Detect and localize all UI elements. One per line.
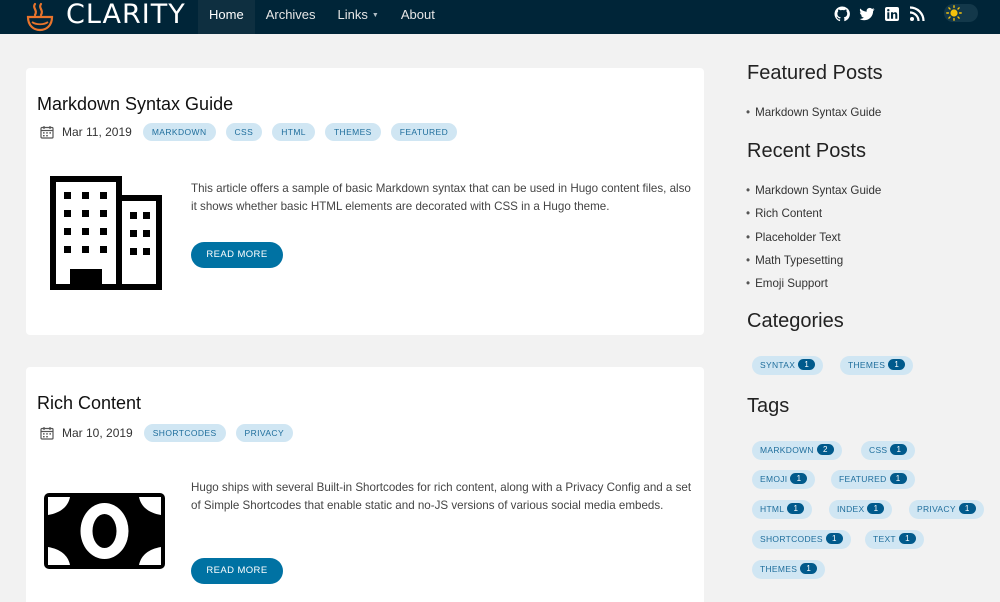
nav-links-dropdown[interactable]: Links ▼ [327,0,390,34]
tag-label: PRIVACY [917,504,956,514]
post-tag[interactable]: CSS [225,123,263,141]
tag-count-badge: 1 [790,473,808,484]
recent-post-link[interactable]: Math Typesetting [746,249,881,272]
twitter-icon[interactable] [859,6,875,22]
tag-label: SHORTCODES [760,534,823,544]
category-count-badge: 1 [888,359,906,370]
tag-chip[interactable]: CSS 1 [861,441,916,460]
logo-icon [26,2,54,32]
nav-archives-label: Archives [265,7,316,22]
post-tag[interactable]: HTML [272,123,315,141]
post-excerpt: This article offers a sample of basic Ma… [191,182,691,213]
banknote-icon [44,493,165,569]
post-card: Markdown Syntax Guide Mar 11, 2019 MARKD… [26,68,704,335]
recent-post-link[interactable]: Rich Content [746,202,881,225]
post-tag[interactable]: THEMES [324,123,381,141]
building-icon [50,176,162,290]
category-label: SYNTAX [760,360,796,370]
tag-chip[interactable]: HTML 1 [752,500,813,519]
read-more-button[interactable]: READ MORE [191,242,283,268]
tag-count-badge: 1 [889,473,907,484]
post-card: Rich Content Mar 10, 2019 SHORTCODES PRI… [26,367,704,602]
calendar-icon [40,427,54,440]
featured-post-link[interactable]: Markdown Syntax Guide [746,101,881,124]
tag-chip[interactable]: INDEX 1 [829,500,893,519]
tag-chip[interactable]: THEMES 1 [752,560,826,579]
tag-label: TEXT [873,534,896,544]
tag-chip[interactable]: EMOJI 1 [752,470,816,489]
post-date: Mar 10, 2019 [62,426,133,440]
recent-post-link[interactable]: Markdown Syntax Guide [746,179,881,202]
post-title-link[interactable]: Markdown Syntax Guide [37,94,233,115]
post-tag[interactable]: MARKDOWN [142,123,216,141]
recent-posts-heading: Recent Posts [747,140,866,162]
post-title-link[interactable]: Rich Content [37,393,141,414]
tag-count-badge: 2 [816,444,834,455]
featured-posts-list: Markdown Syntax Guide [746,101,881,124]
site-title: CLARITY [66,0,186,30]
post-date: Mar 11, 2019 [62,125,132,139]
tag-chip[interactable]: TEXT 1 [865,530,924,549]
recent-post-link[interactable]: Emoji Support [746,272,881,295]
github-icon[interactable] [834,6,850,22]
tags-heading: Tags [747,395,790,417]
nav-about-label: About [400,7,435,22]
site-logo-link[interactable]: CLARITY [24,0,185,34]
tag-label: THEMES [760,564,798,574]
post-tag[interactable]: PRIVACY [235,424,294,442]
post-tag[interactable]: FEATURED [390,123,458,141]
tag-count-badge: 1 [825,533,843,544]
tag-chip[interactable]: SHORTCODES 1 [752,530,851,549]
tag-chip[interactable]: PRIVACY 1 [909,500,984,519]
nav-home-label: Home [209,7,244,22]
post-tag[interactable]: SHORTCODES [143,424,226,442]
tag-label: INDEX [837,504,865,514]
calendar-icon [40,126,54,139]
nav-links-label: Links [337,7,368,22]
chevron-down-icon: ▼ [371,12,379,19]
tag-count-badge: 1 [958,503,976,514]
post-meta: Mar 10, 2019 SHORTCODES PRIVACY [40,423,303,443]
tag-label: HTML [760,504,785,514]
category-label: THEMES [848,360,886,370]
social-links [834,6,925,22]
tag-label: EMOJI [760,474,788,484]
featured-posts-heading: Featured Posts [747,62,883,84]
tag-count-badge: 1 [787,503,805,514]
tag-count-badge: 1 [867,503,885,514]
read-more-button[interactable]: READ MORE [191,558,283,584]
recent-posts-list: Markdown Syntax Guide Rich Content Place… [746,179,881,295]
linkedin-icon[interactable] [884,6,900,22]
tag-chip[interactable]: FEATURED 1 [831,470,915,489]
nav-home[interactable]: Home [198,0,255,34]
categories-heading: Categories [747,310,844,332]
tag-label: CSS [869,445,888,455]
top-navbar: CLARITY Home Archives Links ▼ About [0,0,1000,34]
rss-icon[interactable] [909,6,925,22]
tag-count-badge: 1 [890,444,908,455]
recent-post-link[interactable]: Placeholder Text [746,226,881,249]
category-chip[interactable]: SYNTAX 1 [752,356,824,375]
nav-archives[interactable]: Archives [255,0,327,34]
post-meta: Mar 11, 2019 MARKDOWN CSS HTML THEMES FE… [40,122,467,142]
category-chip[interactable]: THEMES 1 [840,356,914,375]
theme-toggle[interactable] [944,4,978,22]
sun-icon [946,5,962,21]
tag-chip[interactable]: MARKDOWN 2 [752,441,842,460]
post-excerpt: Hugo ships with several Built-in Shortco… [191,481,692,512]
category-count-badge: 1 [798,359,816,370]
tag-label: FEATURED [839,474,887,484]
tag-count-badge: 1 [898,533,916,544]
tag-count-badge: 1 [800,563,818,574]
nav-about[interactable]: About [390,0,446,34]
main-menu: Home Archives Links ▼ About [198,0,446,34]
tag-label: MARKDOWN [760,445,814,455]
